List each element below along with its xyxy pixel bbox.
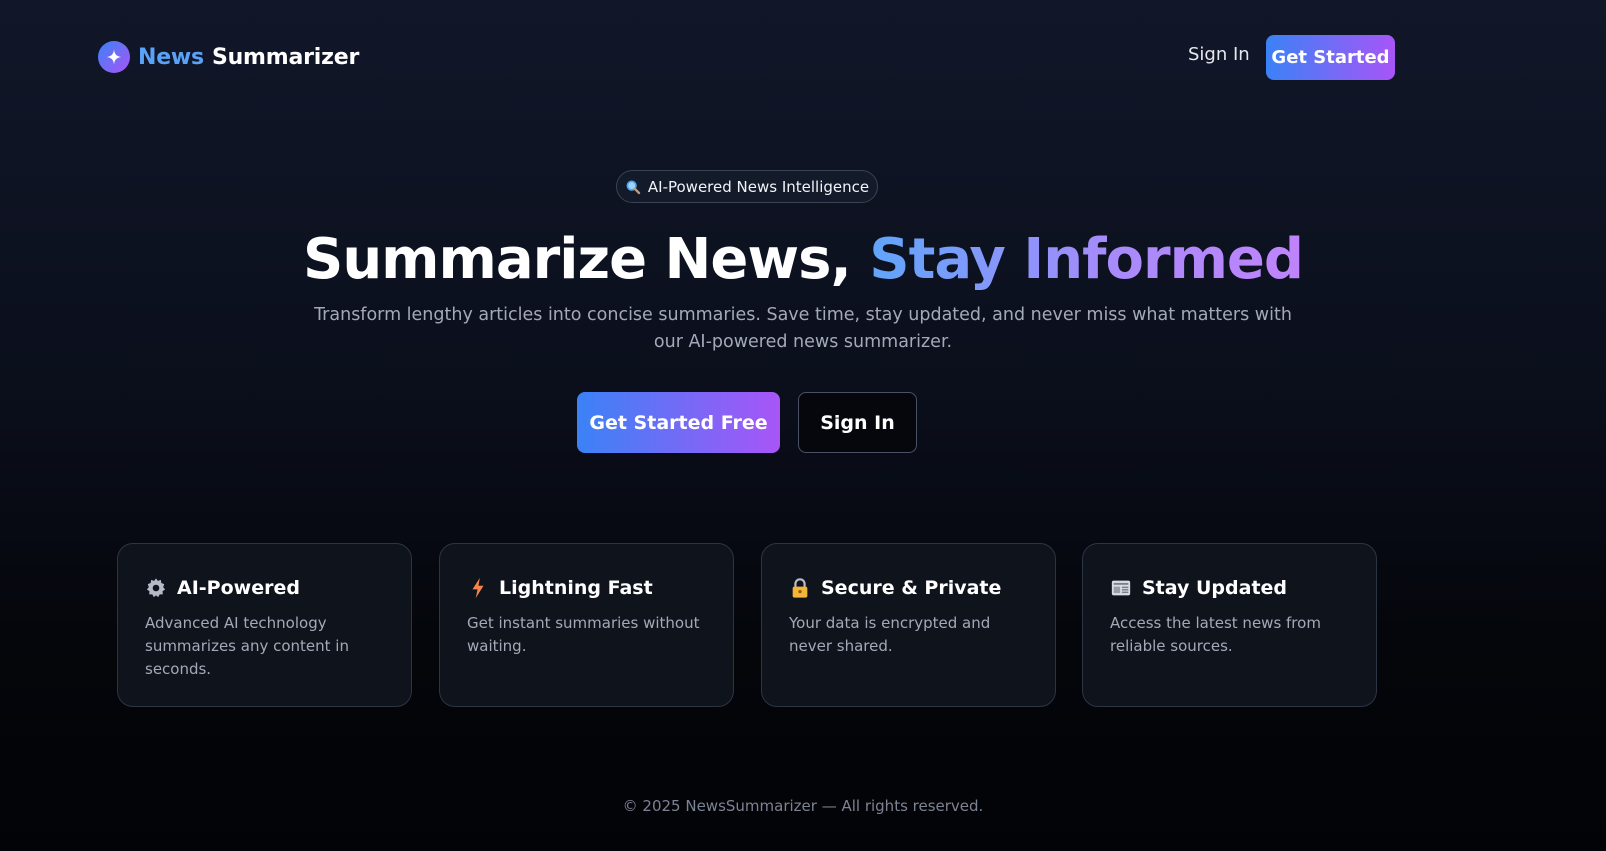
lightning-icon — [467, 577, 489, 599]
feature-card-stay-updated: Stay Updated Access the latest news from… — [1082, 543, 1377, 707]
top-navbar: News Summarizer Sign In Get Started — [0, 0, 1606, 114]
feature-description: Access the latest news from reliable sou… — [1110, 614, 1321, 655]
feature-description: Advanced AI technology summarizes any co… — [145, 614, 349, 678]
hero-title-plain: Summarize News, — [302, 227, 852, 292]
brand-logo[interactable]: News Summarizer — [98, 41, 359, 73]
newspaper-icon — [1110, 577, 1132, 599]
hero-title: Summarize News, Stay Informed — [0, 222, 1606, 298]
gear-icon — [145, 577, 167, 599]
feature-title: Stay Updated — [1142, 577, 1288, 599]
brand-name-first: News — [138, 44, 204, 70]
hero-title-highlight: Stay Informed — [869, 227, 1304, 292]
footer-copyright: © 2025 NewsSummarizer — All rights reser… — [622, 797, 984, 815]
magnifier-icon — [625, 179, 641, 195]
feature-description: Your data is encrypted and never shared. — [789, 614, 991, 655]
feature-title: Secure & Private — [821, 577, 1002, 599]
get-started-free-button[interactable]: Get Started Free — [577, 392, 780, 453]
nav-sign-in-link[interactable]: Sign In — [1188, 44, 1250, 65]
nav-get-started-button[interactable]: Get Started — [1266, 35, 1395, 80]
feature-card-secure-private: Secure & Private Your data is encrypted … — [761, 543, 1056, 707]
hero-badge: AI-Powered News Intelligence — [616, 170, 878, 203]
sparkle-icon — [98, 41, 130, 73]
hero-subtitle: Transform lengthy articles into concise … — [314, 305, 1292, 352]
feature-card-ai-powered: AI-Powered Advanced AI technology summar… — [117, 543, 412, 707]
hero-sign-in-button[interactable]: Sign In — [798, 392, 917, 453]
feature-title: Lightning Fast — [499, 577, 653, 599]
lock-icon — [789, 577, 811, 599]
feature-card-lightning-fast: Lightning Fast Get instant summaries wit… — [439, 543, 734, 707]
hero-badge-text: AI-Powered News Intelligence — [647, 177, 870, 196]
feature-description: Get instant summaries without waiting. — [467, 614, 700, 655]
feature-title: AI-Powered — [177, 577, 300, 599]
brand-name: News Summarizer — [138, 45, 359, 70]
brand-name-second: Summarizer — [211, 44, 360, 70]
